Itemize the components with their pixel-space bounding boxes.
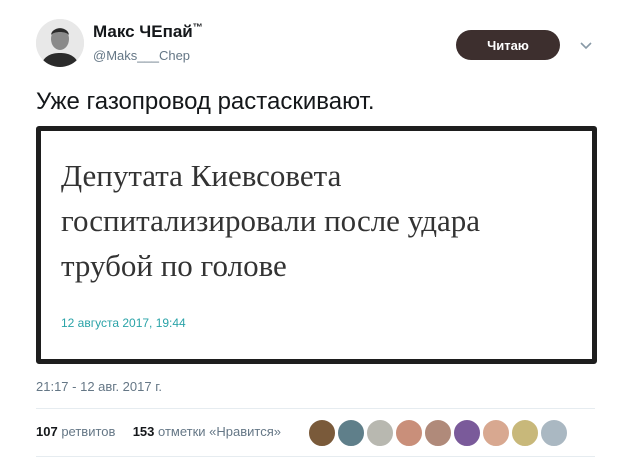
- likes-count[interactable]: 153: [133, 424, 155, 439]
- liker-avatar[interactable]: [482, 419, 510, 447]
- likes-label[interactable]: отметки «Нравится»: [158, 424, 281, 439]
- liker-avatar[interactable]: [308, 419, 336, 447]
- retweets-count[interactable]: 107: [36, 424, 58, 439]
- author-name-text: Макс ЧЕпай: [93, 22, 193, 41]
- author-avatar[interactable]: [36, 19, 84, 67]
- avatar-portrait: [36, 19, 84, 67]
- liker-avatar[interactable]: [424, 419, 452, 447]
- default-avatar-icon[interactable]: [540, 419, 568, 447]
- headline-line: трубой по голове: [61, 248, 287, 283]
- liker-avatar[interactable]: [395, 419, 423, 447]
- media-image[interactable]: Депутата Киевсовета госпитализировали по…: [36, 126, 597, 364]
- media-date: 12 августа 2017, 19:44: [61, 316, 186, 330]
- liker-avatar[interactable]: [453, 419, 481, 447]
- tweet-stats: 107 ретвитов 153 отметки «Нравится»: [36, 424, 281, 439]
- retweets-label[interactable]: ретвитов: [61, 424, 115, 439]
- liker-avatar[interactable]: [511, 419, 539, 447]
- liker-avatar[interactable]: [337, 419, 365, 447]
- liker-avatar[interactable]: [366, 419, 394, 447]
- tweet-text: Уже газопровод растаскивают.: [36, 88, 375, 115]
- author-name[interactable]: Макс ЧЕпай™: [93, 22, 203, 42]
- author-mark: ™: [192, 22, 203, 34]
- author-handle[interactable]: @Maks___Chep: [93, 48, 190, 63]
- media-headline: Депутата Киевсовета госпитализировали по…: [61, 153, 591, 288]
- headline-line: Депутата Киевсовета: [61, 158, 342, 193]
- divider: [36, 408, 595, 409]
- tweet-timestamp[interactable]: 21:17 - 12 авг. 2017 г.: [36, 379, 162, 394]
- follow-button[interactable]: Читаю: [456, 30, 560, 60]
- chevron-down-icon[interactable]: [578, 38, 594, 54]
- divider: [36, 456, 595, 457]
- headline-line: госпитализировали после удара: [61, 203, 481, 238]
